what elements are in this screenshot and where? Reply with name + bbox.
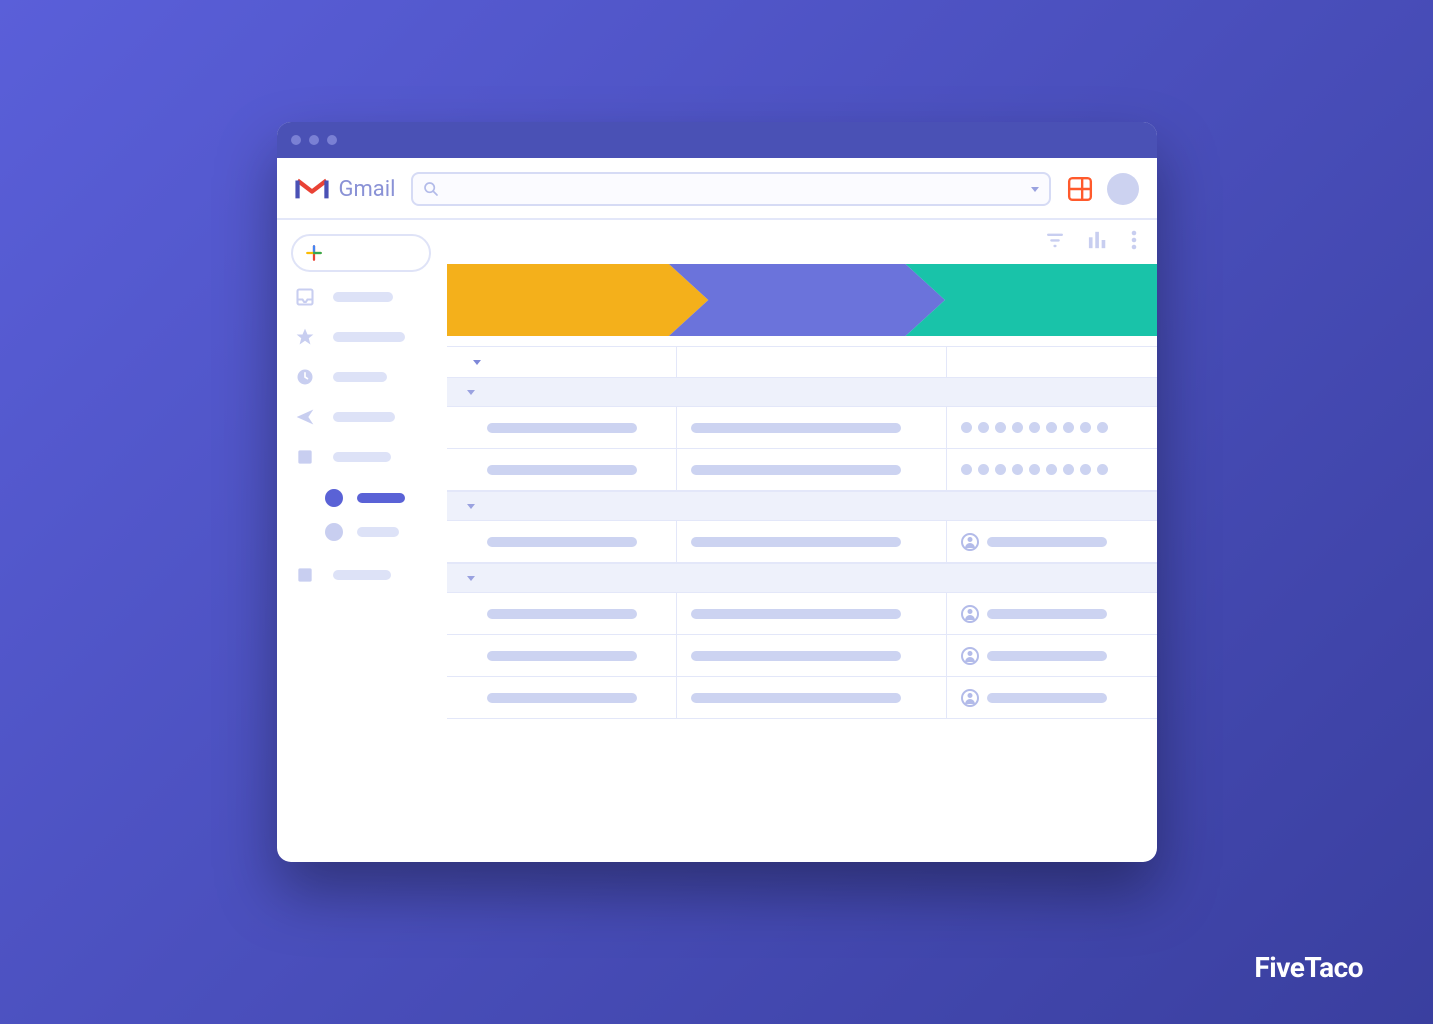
sidebar-item-snoozed[interactable] [291, 362, 437, 392]
star-icon [295, 327, 315, 347]
sidebar-item-sent[interactable] [291, 402, 437, 432]
cell-placeholder [487, 609, 637, 619]
stop-icon [295, 565, 315, 585]
window-titlebar [277, 122, 1157, 158]
dot-icon [325, 489, 343, 507]
cell-placeholder [987, 609, 1107, 619]
sidebar-item-label [333, 292, 393, 302]
user-avatar[interactable] [1107, 173, 1139, 205]
person-icon [961, 689, 979, 707]
cell-placeholder [487, 537, 637, 547]
app-name: Gmail [339, 177, 396, 202]
cell-placeholder [691, 693, 901, 703]
caret-down-icon [467, 390, 475, 395]
caret-down-icon [473, 360, 481, 365]
cell-placeholder [987, 537, 1107, 547]
filter-icon[interactable] [1045, 232, 1065, 248]
sidebar [277, 220, 447, 862]
table-group-header[interactable] [447, 563, 1157, 593]
traffic-light-zoom[interactable] [327, 135, 337, 145]
person-icon [961, 533, 979, 551]
gmail-icon [295, 176, 329, 202]
watermark: FiveTaco [1254, 951, 1363, 984]
caret-down-icon [467, 576, 475, 581]
sidebar-item-label-1[interactable] [291, 442, 437, 472]
sidebar-item-label-2[interactable] [291, 560, 437, 590]
addon-grid-icon[interactable] [1067, 176, 1093, 202]
inbox-icon [295, 287, 315, 307]
pipeline-stage-2[interactable] [668, 264, 944, 336]
sidebar-item-label [333, 570, 391, 580]
sidebar-item-label [333, 372, 387, 382]
sidebar-item-label [333, 412, 395, 422]
person-icon [961, 647, 979, 665]
compose-button[interactable] [291, 234, 431, 272]
cell-placeholder [487, 423, 637, 433]
person-icon [961, 605, 979, 623]
column-header-2[interactable] [677, 347, 947, 377]
cell-placeholder [987, 651, 1107, 661]
table-row[interactable] [447, 677, 1157, 719]
toolbar [447, 220, 1157, 260]
table-row[interactable] [447, 407, 1157, 449]
traffic-light-close[interactable] [291, 135, 301, 145]
table-group-header[interactable] [447, 491, 1157, 521]
sidebar-item-label [333, 332, 405, 342]
cell-placeholder [691, 651, 901, 661]
clock-icon [295, 367, 315, 387]
cell-placeholder [691, 537, 901, 547]
search-bar[interactable] [411, 172, 1050, 206]
sidebar-item-label [333, 452, 391, 462]
avatar-stack [961, 464, 1108, 475]
main-panel [447, 220, 1157, 862]
sent-icon [295, 407, 315, 427]
pipeline-stages [447, 264, 1157, 336]
table-row[interactable] [447, 635, 1157, 677]
more-icon[interactable] [1131, 230, 1137, 250]
table-group-header[interactable] [447, 377, 1157, 407]
stop-icon [295, 447, 315, 467]
table-row[interactable] [447, 593, 1157, 635]
column-header-1[interactable] [447, 347, 677, 377]
pipeline-stage-1[interactable] [447, 264, 708, 336]
column-header-3[interactable] [947, 347, 1157, 377]
sidebar-subitem-active[interactable] [325, 486, 437, 510]
avatar-stack [961, 422, 1108, 433]
search-input[interactable] [447, 181, 1022, 197]
cell-placeholder [691, 423, 901, 433]
cell-placeholder [691, 465, 901, 475]
sidebar-item-starred[interactable] [291, 322, 437, 352]
cell-placeholder [691, 609, 901, 619]
table-row[interactable] [447, 521, 1157, 563]
table-row[interactable] [447, 449, 1157, 491]
sidebar-item-label [357, 493, 405, 503]
cell-placeholder [987, 693, 1107, 703]
cell-placeholder [487, 465, 637, 475]
app-logo[interactable]: Gmail [295, 176, 396, 202]
caret-down-icon [467, 504, 475, 509]
app-header: Gmail [277, 158, 1157, 220]
table-header [447, 347, 1157, 377]
search-options-caret-icon[interactable] [1031, 187, 1039, 192]
crm-table [447, 346, 1157, 862]
chart-icon[interactable] [1087, 230, 1109, 250]
cell-placeholder [487, 693, 637, 703]
app-window: Gmail [277, 122, 1157, 862]
search-icon [423, 181, 439, 197]
sidebar-item-inbox[interactable] [291, 282, 437, 312]
cell-placeholder [487, 651, 637, 661]
plus-icon [305, 244, 323, 262]
dot-icon [325, 523, 343, 541]
sidebar-subitem[interactable] [325, 520, 437, 544]
traffic-light-minimize[interactable] [309, 135, 319, 145]
sidebar-item-label [357, 527, 399, 537]
